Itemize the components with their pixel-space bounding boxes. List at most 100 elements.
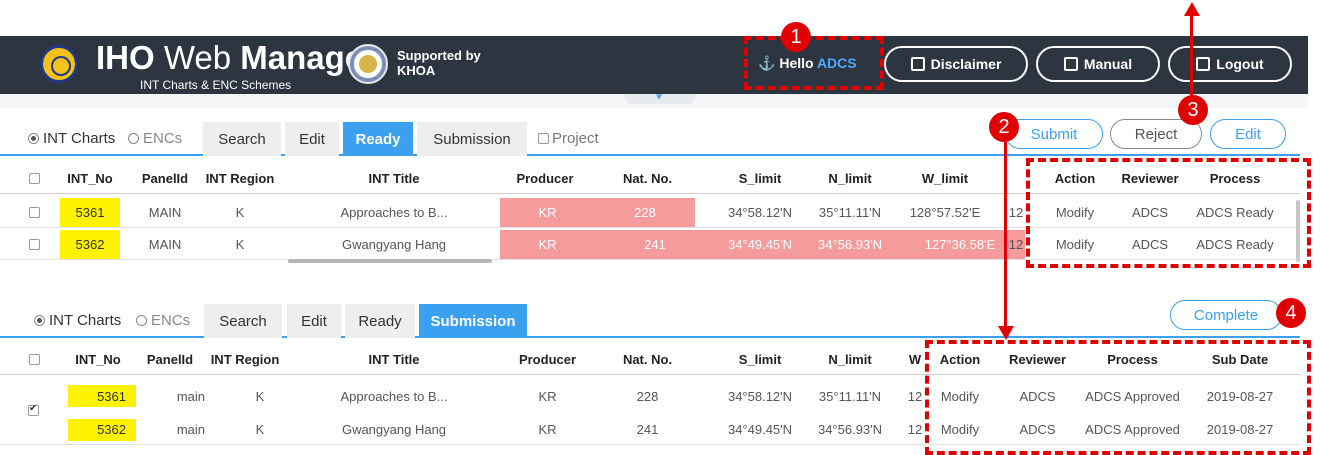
n-limit-cell: 35°11.11'N bbox=[818, 388, 882, 404]
s-limit-cell: 34°58.12'N bbox=[727, 388, 793, 404]
column-header[interactable]: S_limit bbox=[715, 164, 805, 193]
nat-no-cell: 241 bbox=[595, 230, 715, 259]
manual-button[interactable]: Manual bbox=[1036, 46, 1160, 82]
annotation-arrow-up-icon bbox=[1184, 2, 1200, 16]
radio-dot-icon bbox=[34, 315, 45, 326]
column-header[interactable]: INT Region bbox=[205, 345, 285, 374]
column-header[interactable]: INT_No bbox=[60, 164, 120, 193]
project-checkbox[interactable]: Project bbox=[538, 130, 599, 147]
int-no-cell: 5361 bbox=[68, 381, 148, 411]
column-header[interactable]: INT_No bbox=[68, 345, 128, 374]
ready-panel-toolbar: INT Charts ENCs Search Edit Ready Submis… bbox=[0, 118, 1300, 156]
download-icon bbox=[1063, 57, 1078, 71]
iho-logo-icon bbox=[40, 45, 78, 83]
column-header[interactable]: INT Title bbox=[290, 345, 498, 374]
tab-submission[interactable]: Submission bbox=[417, 122, 527, 156]
app-header: IHO Web Manager INT Charts & ENC Schemes… bbox=[0, 36, 1308, 94]
nat-no-cell: 241 bbox=[636, 422, 659, 437]
annotation-box-1 bbox=[744, 36, 884, 90]
supported-by-label: Supported by KHOA bbox=[397, 48, 481, 78]
nat-no-cell: 228 bbox=[595, 198, 695, 227]
tab-submission[interactable]: Submission bbox=[419, 304, 527, 338]
column-header[interactable]: Nat. No. bbox=[600, 345, 695, 374]
title-cell: Gwangyang Hang bbox=[341, 422, 447, 437]
region-cell: K bbox=[235, 205, 245, 220]
edit-button[interactable]: Edit bbox=[1210, 119, 1286, 149]
annotation-badge-4: 4 bbox=[1276, 298, 1306, 328]
submission-panel-toolbar: INT Charts ENCs Search Edit Ready Submis… bbox=[0, 300, 1300, 338]
w-limit-cell: 128°57.52'E bbox=[909, 205, 981, 220]
radio-int-charts[interactable]: INT Charts bbox=[34, 312, 121, 329]
tab-search[interactable]: Search bbox=[203, 122, 281, 156]
n-limit-cell: 34°56.93'N bbox=[805, 230, 895, 259]
producer-cell: KR bbox=[538, 388, 557, 404]
title-cell: Approaches to B... bbox=[340, 388, 448, 404]
radio-dot-icon bbox=[28, 133, 39, 144]
s-limit-cell: 34°58.12'N bbox=[727, 205, 793, 220]
tab-edit[interactable]: Edit bbox=[287, 304, 341, 338]
disclaimer-button[interactable]: Disclaimer bbox=[884, 46, 1028, 82]
column-header[interactable]: S_limit bbox=[715, 345, 805, 374]
title-cell: Gwangyang Hang bbox=[341, 237, 447, 252]
row-checkbox[interactable] bbox=[28, 207, 40, 218]
region-cell: K bbox=[255, 422, 265, 437]
radio-encs[interactable]: ENCs bbox=[128, 130, 182, 147]
column-header[interactable]: W bbox=[905, 345, 925, 374]
column-header[interactable]: INT Title bbox=[290, 164, 498, 193]
horizontal-scrollbar[interactable] bbox=[288, 259, 492, 263]
column-header[interactable]: Producer bbox=[500, 164, 590, 193]
radio-encs[interactable]: ENCs bbox=[136, 312, 190, 329]
logout-button[interactable]: Logout bbox=[1168, 46, 1292, 82]
row-checkbox[interactable] bbox=[28, 239, 40, 250]
tab-search[interactable]: Search bbox=[204, 304, 282, 338]
submit-button[interactable]: Submit bbox=[1005, 119, 1103, 149]
checkbox-icon bbox=[538, 133, 549, 144]
tab-ready[interactable]: Ready bbox=[343, 122, 413, 156]
nat-no-cell: 228 bbox=[636, 388, 659, 404]
n-limit-cell: 35°11.11'N bbox=[818, 205, 882, 220]
panel-cell: main bbox=[176, 422, 205, 437]
int-no-cell: 5362 bbox=[68, 415, 148, 444]
column-header[interactable]: INT Region bbox=[200, 164, 280, 193]
int-no-cell: 5362 bbox=[60, 230, 120, 259]
column-header[interactable]: Producer bbox=[500, 345, 595, 374]
region-cell: K bbox=[235, 237, 245, 252]
column-header[interactable]: Nat. No. bbox=[600, 164, 695, 193]
chevron-down-icon: ▼ bbox=[654, 92, 664, 103]
panel-cell: MAIN bbox=[148, 237, 182, 252]
panel-cell: MAIN bbox=[148, 205, 182, 220]
annotation-arrow-down-line bbox=[1004, 142, 1007, 328]
truncated-cell: 12 bbox=[907, 388, 923, 404]
select-all-checkbox[interactable] bbox=[28, 354, 40, 365]
producer-cell: KR bbox=[500, 198, 595, 227]
column-header[interactable]: N_limit bbox=[805, 164, 895, 193]
title-cell: Approaches to B... bbox=[340, 205, 448, 220]
column-header[interactable]: PanelId bbox=[135, 164, 195, 193]
column-header[interactable]: W_limit bbox=[895, 164, 995, 193]
n-limit-cell: 34°56.93'N bbox=[817, 422, 883, 437]
annotation-box-3 bbox=[1026, 158, 1311, 268]
annotation-badge-2: 2 bbox=[989, 112, 1019, 142]
radio-dot-icon bbox=[128, 133, 139, 144]
int-no-cell: 5361 bbox=[60, 198, 120, 227]
complete-button[interactable]: Complete bbox=[1170, 300, 1282, 330]
header-collapse-toggle[interactable]: ▼ bbox=[625, 92, 695, 104]
column-header[interactable]: N_limit bbox=[805, 345, 895, 374]
annotation-badge-3: 3 bbox=[1178, 95, 1208, 125]
truncated-cell: 12 bbox=[907, 422, 923, 437]
s-limit-cell: 34°49.45'N bbox=[727, 422, 793, 437]
tab-edit[interactable]: Edit bbox=[285, 122, 339, 156]
select-all-checkbox[interactable] bbox=[28, 173, 40, 184]
app-subtitle: INT Charts & ENC Schemes bbox=[140, 78, 292, 92]
row-group-checkbox[interactable] bbox=[28, 403, 39, 416]
s-limit-cell: 34°49.45'N bbox=[715, 230, 805, 259]
truncated-cell: 12 bbox=[1008, 237, 1024, 252]
truncated-cell: 12 bbox=[1008, 205, 1024, 220]
region-cell: K bbox=[255, 388, 265, 404]
annotation-box-4 bbox=[925, 340, 1311, 455]
column-header[interactable]: PanelId bbox=[140, 345, 200, 374]
producer-cell: KR bbox=[538, 422, 557, 437]
radio-int-charts[interactable]: INT Charts bbox=[28, 130, 115, 147]
tab-ready[interactable]: Ready bbox=[345, 304, 415, 338]
panel-cell: main bbox=[176, 388, 205, 404]
